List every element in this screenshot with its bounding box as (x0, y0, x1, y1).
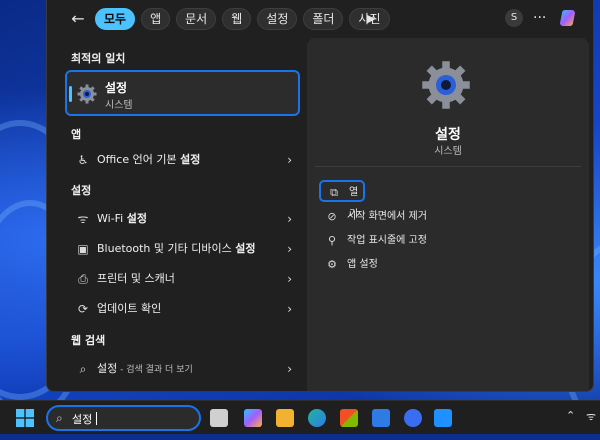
network-icon[interactable]: ᯤ (586, 409, 596, 424)
bluetooth-devices-icon: ▣ (77, 242, 89, 256)
settings-result-update[interactable]: ⟳ 업데이트 확인 › (65, 296, 300, 322)
web-search-result[interactable]: ⌕ 설정 - 검색 결과 더 보기 › (65, 356, 300, 382)
search-panel: ← 모두 앱 문서 웹 설정 폴더 사진 ▶ S ··· 최적의 일치 설정 시… (46, 0, 594, 392)
edge-browser-icon[interactable] (308, 409, 326, 427)
chip-all[interactable]: 모두 (95, 8, 136, 30)
filter-bar: ← 모두 앱 문서 웹 설정 폴더 사진 ▶ S ··· (47, 0, 593, 38)
settings-result-printers[interactable]: ⎙ 프린터 및 스캐너 › (65, 266, 300, 292)
result-label: Bluetooth 및 기타 디바이스 (97, 242, 236, 255)
selection-indicator (69, 86, 72, 102)
best-match-subtitle: 시스템 (105, 100, 133, 111)
accessibility-icon: ♿ (77, 153, 89, 167)
chevron-right-icon[interactable]: › (287, 266, 292, 292)
chevron-right-icon[interactable]: › (287, 236, 292, 262)
file-explorer-icon[interactable] (276, 409, 294, 427)
windows-start-icon[interactable] (16, 409, 34, 427)
chip-documents[interactable]: 문서 (176, 8, 217, 30)
taskbar-search-box[interactable]: ⌕ 설정 (46, 405, 201, 431)
taskbar-search-input[interactable]: 설정 (72, 411, 92, 427)
chevron-right-icon[interactable]: › (287, 296, 292, 322)
wifi-icon: ᯤ (77, 212, 89, 226)
result-label-bold: 설정 (180, 153, 201, 166)
task-view-icon[interactable] (210, 409, 228, 427)
result-label: Office 언어 기본 (97, 153, 181, 166)
back-arrow-icon[interactable]: ← (67, 8, 89, 30)
result-label-bold: 설정 (126, 212, 147, 225)
account-avatar[interactable]: S (505, 9, 523, 27)
settings-gear-icon (77, 84, 97, 104)
unpin-from-start-label: 시작 화면에서 제거 (347, 211, 427, 222)
settings-result-bluetooth[interactable]: ▣ Bluetooth 및 기타 디바이스 설정 › (65, 236, 300, 262)
chip-settings[interactable]: 설정 (257, 8, 298, 30)
more-options-button[interactable]: ··· (533, 8, 546, 28)
result-label: 프린터 및 스캐너 (97, 272, 175, 285)
section-best-match: 최적의 일치 (71, 52, 126, 65)
divider (315, 166, 581, 167)
update-icon: ⟳ (77, 302, 89, 316)
chip-web[interactable]: 웹 (222, 8, 252, 30)
app-settings-label: 앱 설정 (347, 259, 378, 270)
app-settings-button[interactable]: ⚙ 앱 설정 (319, 254, 569, 276)
printer-icon: ⎙ (78, 272, 88, 286)
section-settings: 설정 (71, 184, 92, 197)
section-web-search: 웹 검색 (71, 334, 106, 347)
chevron-right-icon[interactable]: › (287, 356, 292, 382)
search-icon: ⌕ (56, 411, 63, 425)
copilot-app-icon[interactable] (244, 409, 262, 427)
best-match-result[interactable]: 설정 시스템 (65, 70, 300, 116)
web-search-term: 설정 (97, 362, 118, 375)
pin-to-taskbar-label: 작업 표시줄에 고정 (347, 235, 427, 246)
copilot-icon[interactable] (559, 7, 581, 29)
detail-subtitle: 시스템 (434, 146, 462, 157)
unpin-start-icon: ⊘ (327, 210, 337, 223)
best-match-title: 설정 (105, 81, 128, 95)
unpin-from-start-button[interactable]: ⊘ 시작 화면에서 제거 (319, 206, 569, 228)
result-label-bold: 설정 (235, 242, 256, 255)
zoom-app-icon[interactable] (434, 409, 452, 427)
search-icon: ⌕ (79, 362, 87, 376)
web-search-suffix: - 검색 결과 더 보기 (117, 365, 193, 375)
settings-gear-icon (422, 61, 470, 109)
chip-folders[interactable]: 폴더 (303, 8, 344, 30)
sync-app-icon[interactable] (404, 409, 422, 427)
result-label: Wi-Fi (97, 212, 127, 225)
chip-apps[interactable]: 앱 (141, 8, 171, 30)
app-settings-icon: ⚙ (327, 258, 337, 271)
open-icon: ⧉ (330, 186, 338, 199)
chevron-right-icon[interactable]: › (287, 147, 292, 173)
filter-chips: 모두 앱 문서 웹 설정 폴더 사진 (95, 8, 390, 30)
pin-to-taskbar-button[interactable]: ⚲ 작업 표시줄에 고정 (319, 230, 569, 252)
settings-result-wifi[interactable]: ᯤ Wi-Fi 설정 › (65, 206, 300, 232)
details-pane: 설정 시스템 ⧉ 열기 ⊘ 시작 화면에서 제거 ⚲ 작업 표시줄에 고정 ⚙ … (307, 38, 589, 391)
section-apps: 앱 (71, 128, 82, 141)
results-list: 최적의 일치 설정 시스템 앱 ♿ Office 언어 기본 설정 › 설정 ᯤ… (47, 38, 305, 391)
taskbar: ⌕ 설정 ⌃ ᯤ (0, 400, 600, 434)
app-icon-blue[interactable] (372, 409, 390, 427)
chevron-up-icon[interactable]: ⌃ (566, 409, 575, 422)
microsoft-store-icon[interactable] (340, 409, 358, 427)
chevron-right-icon[interactable]: › (287, 206, 292, 232)
detail-title: 설정 (435, 127, 461, 143)
text-caret (96, 412, 97, 425)
more-filters-play-icon[interactable]: ▶ (367, 8, 375, 30)
pin-taskbar-icon: ⚲ (327, 234, 337, 247)
app-result-office-language[interactable]: ♿ Office 언어 기본 설정 › (65, 147, 300, 173)
open-button[interactable]: ⧉ 열기 (319, 180, 365, 220)
result-label: 업데이트 확인 (97, 302, 162, 315)
